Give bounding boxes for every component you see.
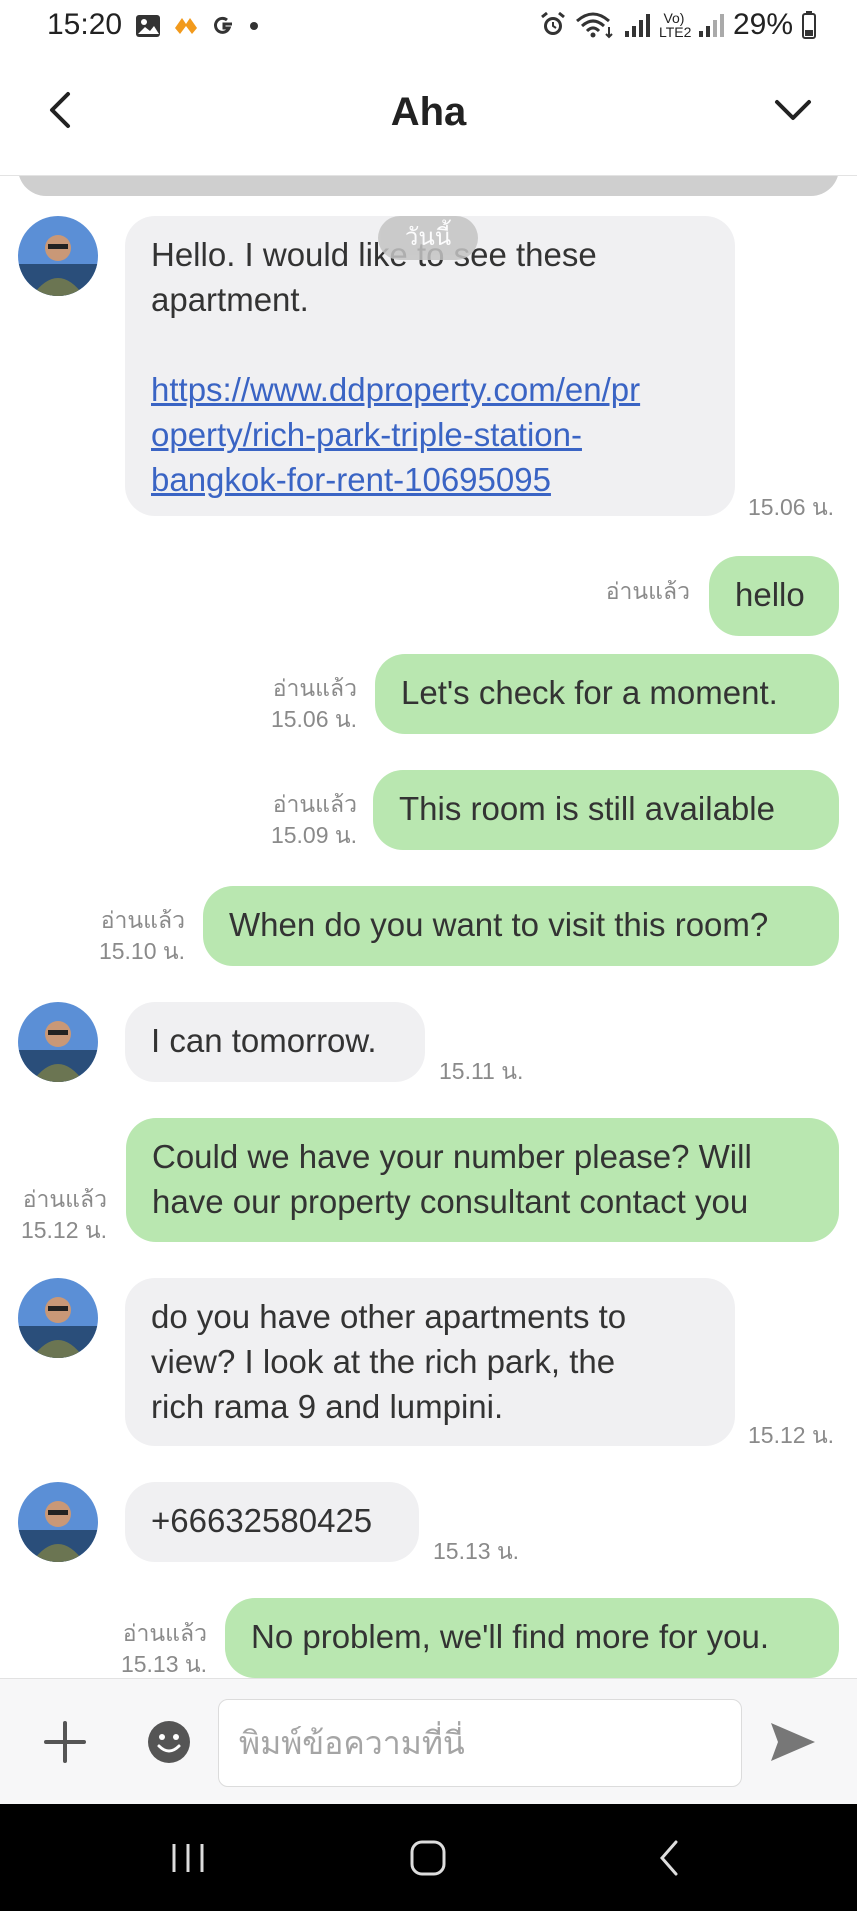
- message-time: 15.13 น.: [120, 1651, 207, 1677]
- message-text: hello: [735, 576, 805, 613]
- notification-icons: [134, 12, 260, 40]
- chevron-down-icon[interactable]: [769, 88, 817, 132]
- avatar[interactable]: [18, 1002, 98, 1082]
- tiktok-like-icon: [175, 18, 197, 34]
- message-text: +66632580425: [151, 1502, 373, 1539]
- alarm-icon: [541, 11, 565, 35]
- message-time: 15.06 น.: [748, 494, 835, 520]
- emoji-icon[interactable]: [146, 1719, 192, 1765]
- avatar[interactable]: [18, 1482, 98, 1562]
- signal-icon-2: [698, 14, 724, 37]
- message-text-line: view? I look at the rich park, the: [151, 1343, 616, 1380]
- message-text: No problem, we'll find more for you.: [251, 1618, 770, 1655]
- read-receipt: อ่านแล้ว: [272, 791, 357, 817]
- status-time: 15:20: [47, 8, 123, 41]
- read-receipt: อ่านแล้ว: [605, 578, 690, 604]
- battery-percent: 29%: [732, 8, 793, 41]
- message-time: 15.12 น.: [748, 1422, 835, 1448]
- wifi-icon: [575, 12, 613, 39]
- message-bubble-incoming: do you have other apartments to view? I …: [125, 1278, 735, 1446]
- chat-header: Aha: [0, 52, 857, 176]
- message-time: 15.11 น.: [439, 1058, 524, 1084]
- message-composer: พิมพ์ข้อความที่นี่: [0, 1678, 857, 1804]
- home-icon[interactable]: [406, 1836, 450, 1880]
- message-bubble-outgoing: When do you want to visit this room?: [203, 886, 839, 966]
- message-bubble-outgoing: hello: [709, 556, 839, 636]
- date-separator: วันนี้: [378, 216, 478, 260]
- message-time: 15.09 น.: [270, 822, 357, 848]
- message-time: 15.12 น.: [20, 1217, 107, 1243]
- message-time: 15.10 น.: [98, 938, 185, 964]
- avatar[interactable]: [18, 1278, 98, 1358]
- message-link[interactable]: https://www.ddproperty.com/en/pr operty/…: [151, 367, 709, 502]
- message-bubble-outgoing: Could we have your number please? Will h…: [126, 1118, 839, 1242]
- message-text: Let's check for a moment.: [401, 674, 778, 711]
- google-icon: [214, 16, 232, 34]
- message-link-line: https://www.ddproperty.com/en/pr: [151, 371, 641, 408]
- back-icon[interactable]: [648, 1836, 692, 1880]
- message-bubble-incoming: Hello. I would like to see these apartme…: [125, 216, 735, 516]
- read-receipt: อ่านแล้ว: [272, 675, 357, 701]
- read-receipt: อ่านแล้ว: [100, 907, 185, 933]
- system-icons: Vo) LTE2 29%: [539, 8, 817, 42]
- plus-icon[interactable]: [42, 1719, 88, 1765]
- read-receipt: อ่านแล้ว: [122, 1620, 207, 1646]
- send-icon[interactable]: [768, 1719, 818, 1765]
- message-bubble-incoming: I can tomorrow.: [125, 1002, 425, 1082]
- message-text: This room is still available: [399, 790, 775, 827]
- message-text: When do you want to visit this room?: [229, 906, 769, 943]
- status-bar: 15:20 Vo) LTE2 29%: [0, 0, 857, 52]
- message-text-line: do you have other apartments to: [151, 1298, 627, 1335]
- signal-icon: [624, 14, 650, 37]
- read-receipt: อ่านแล้ว: [22, 1186, 107, 1212]
- recent-apps-icon[interactable]: [166, 1836, 210, 1880]
- previous-message-banner: [18, 176, 839, 196]
- message-bubble-outgoing: This room is still available: [373, 770, 839, 850]
- message-text-line: have our property consultant contact you: [152, 1183, 749, 1220]
- system-nav-bar: [0, 1804, 857, 1911]
- message-time: 15.13 น.: [433, 1538, 520, 1564]
- avatar[interactable]: [18, 216, 98, 296]
- chat-title: Aha: [390, 90, 467, 134]
- message-time: 15.06 น.: [270, 706, 357, 732]
- message-text-line: rich rama 9 and lumpini.: [151, 1388, 504, 1425]
- message-link-line: bangkok-for-rent-10695095: [151, 461, 551, 498]
- message-bubble-outgoing: Let's check for a moment.: [375, 654, 839, 734]
- image-icon: [136, 15, 160, 37]
- message-input[interactable]: พิมพ์ข้อความที่นี่: [218, 1699, 742, 1787]
- message-bubble-incoming: +66632580425: [125, 1482, 419, 1562]
- message-link-line: operty/rich-park-triple-station-: [151, 416, 582, 453]
- message-text-line: Could we have your number please? Will: [152, 1138, 752, 1175]
- network-label: Vo) LTE2: [658, 10, 692, 40]
- dot-icon: [250, 22, 258, 30]
- message-bubble-outgoing: No problem, we'll find more for you.: [225, 1598, 839, 1678]
- battery-icon: [802, 11, 816, 39]
- message-text: I can tomorrow.: [151, 1022, 377, 1059]
- chat-area[interactable]: วันนี้ Hello. I would like to see these …: [0, 176, 857, 1678]
